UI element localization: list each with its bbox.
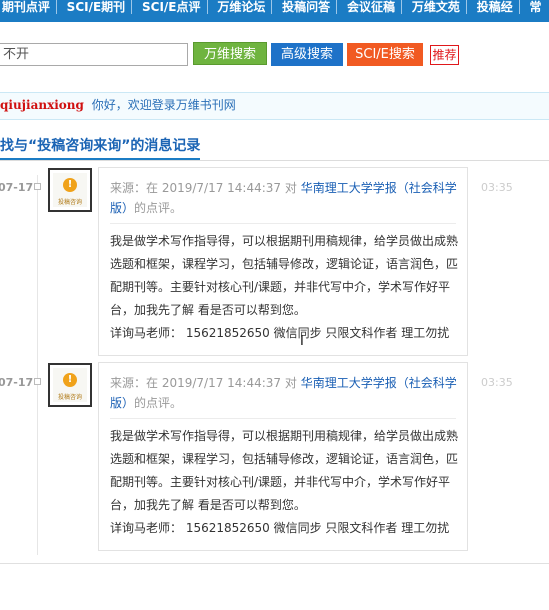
avatar-label: 投稿咨询 (57, 199, 82, 206)
nav-literature[interactable]: 万维文苑 (412, 0, 460, 22)
message-body: 我是做学术写作指导得，可以根据期刊用稿规律，给学员做出成熟选题和框架，课程学习，… (110, 425, 460, 540)
message-content: 我是做学术写作指导得，可以根据期刊用稿规律，给学员做出成熟选题和框架，课程学习，… (110, 429, 459, 512)
avatar-image: ! 投稿咨询 (53, 173, 87, 207)
source-suffix: 的点评。 (134, 396, 183, 410)
nav-separator (401, 0, 403, 14)
message-contact: 详询马老师： 15621852650 微信同步 只限文科作者 理工勿扰 (110, 326, 450, 340)
message-card: 来源：在 2019/7/17 14:44:37 对 华南理工大学学报（社会科学版… (98, 167, 468, 356)
message-contact: 详询马老师： 15621852650 微信同步 只限文科作者 理工勿扰 (110, 521, 450, 535)
timeline-dot (34, 378, 41, 385)
sci-search-button[interactable]: SCI/E搜索 (347, 43, 423, 66)
nav-submission-qa[interactable]: 投稿问答 (282, 0, 330, 22)
nav-submission-experience[interactable]: 投稿经 (477, 0, 513, 22)
nav-scie-journals[interactable]: SCI/E期刊 (67, 0, 126, 22)
warning-icon: ! (63, 178, 77, 192)
nav-more[interactable]: 常 (530, 0, 542, 22)
message-source: 来源：在 2019/7/17 14:44:37 对 华南理工大学学报（社会科学版… (110, 178, 460, 218)
search-input[interactable]: 不开 (0, 43, 188, 66)
avatar-image: ! 投稿咨询 (53, 368, 87, 402)
advanced-search-button[interactable]: 高级搜索 (271, 43, 343, 66)
avatar-label: 投稿咨询 (57, 394, 82, 401)
recommend-button[interactable]: 推荐 (430, 45, 459, 65)
warning-icon: ! (63, 373, 77, 387)
wanwei-search-button[interactable]: 万维搜索 (193, 42, 267, 65)
nav-separator (55, 0, 57, 14)
message-time: 03:35 (481, 181, 513, 194)
card-divider (110, 418, 456, 419)
card-divider (110, 223, 456, 224)
bottom-divider (0, 563, 549, 564)
nav-separator (131, 0, 133, 14)
message-content: 我是做学术写作指导得，可以根据期刊用稿规律，给学员做出成熟选题和框架，课程学习，… (110, 234, 459, 317)
message-date: 07-17 (0, 181, 34, 194)
nav-separator (336, 0, 338, 14)
page-title: 找与“投稿咨询来询”的消息记录 (0, 138, 201, 154)
timeline-line (37, 175, 38, 555)
divider (0, 160, 549, 161)
nav-separator (518, 0, 520, 14)
nav-separator (465, 0, 467, 14)
avatar[interactable]: ! 投稿咨询 (48, 363, 92, 407)
timeline-dot (34, 183, 41, 190)
nav-scie-reviews[interactable]: SCI/E点评 (142, 0, 201, 22)
source-prefix: 来源：在 2019/7/17 14:44:37 对 (110, 376, 297, 390)
nav-journal-reviews[interactable]: 期刊点评 (2, 0, 50, 22)
message-body: 我是做学术写作指导得，可以根据期刊用稿规律，给学员做出成熟选题和框架，课程学习，… (110, 230, 460, 345)
nav-forum[interactable]: 万维论坛 (217, 0, 265, 22)
top-navigation-bar: 期刊点评 SCI/E期刊 SCI/E点评 万维论坛 投稿问答 会议征稿 万维文苑… (0, 0, 549, 22)
welcome-message: 你好，欢迎登录万维书刊网 (91, 98, 236, 112)
message-time: 03:35 (481, 376, 513, 389)
source-suffix: 的点评。 (134, 201, 183, 215)
source-prefix: 来源：在 2019/7/17 14:44:37 对 (110, 181, 297, 195)
nav-separator (271, 0, 273, 14)
nav-conference-calls[interactable]: 会议征稿 (347, 0, 395, 22)
avatar[interactable]: ! 投稿咨询 (48, 168, 92, 212)
message-card: 来源：在 2019/7/17 14:44:37 对 华南理工大学学报（社会科学版… (98, 362, 468, 551)
nav-separator (206, 0, 208, 14)
text-cursor-icon: I (300, 334, 304, 349)
message-source: 来源：在 2019/7/17 14:44:37 对 华南理工大学学报（社会科学版… (110, 373, 460, 413)
welcome-bar: qiujianxiong 你好，欢迎登录万维书刊网 (0, 92, 549, 120)
message-date: 07-17 (0, 376, 34, 389)
username-link[interactable]: qiujianxiong (0, 98, 84, 112)
